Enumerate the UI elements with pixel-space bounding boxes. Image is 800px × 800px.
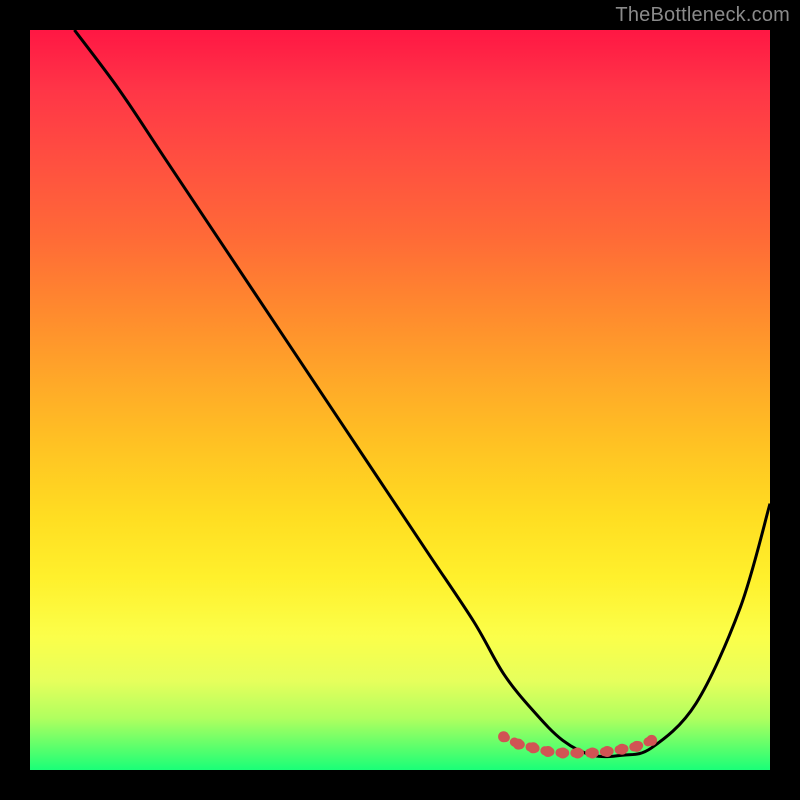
valley-dot [631, 741, 642, 752]
chart-frame: TheBottleneck.com [0, 0, 800, 800]
valley-dot [617, 744, 628, 755]
main-curve-path [74, 30, 770, 757]
valley-dot [587, 747, 598, 758]
valley-dot [572, 747, 583, 758]
valley-dot [543, 746, 554, 757]
valley-dot [498, 731, 509, 742]
watermark-text: TheBottleneck.com [615, 4, 790, 27]
valley-dot [646, 735, 657, 746]
valley-dot [602, 746, 613, 757]
valley-dot [557, 747, 568, 758]
valley-dot [513, 739, 524, 750]
valley-dot [528, 742, 539, 753]
curve-svg [30, 30, 770, 770]
main-curve-group [74, 30, 770, 757]
plot-area [30, 30, 770, 770]
